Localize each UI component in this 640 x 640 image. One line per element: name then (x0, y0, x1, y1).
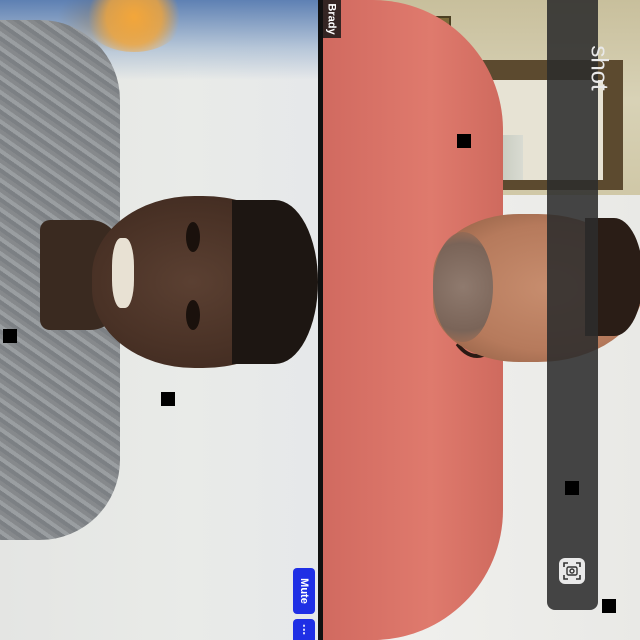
screenshot-panel: shot (547, 0, 613, 610)
marker-square (602, 599, 616, 613)
participant-name: Brady (326, 3, 338, 35)
more-icon: ⋮ (298, 624, 310, 636)
participant-name-tag: Brady (323, 0, 341, 38)
participant-beard (433, 232, 493, 342)
screenshot-capture-button[interactable] (559, 558, 585, 584)
participant-smile (112, 238, 134, 308)
more-options-button[interactable]: ⋮ (293, 619, 315, 640)
marker-square (457, 134, 471, 148)
panel-title-text: shot (585, 45, 613, 91)
marker-square (3, 329, 17, 343)
mute-label: Mute (298, 578, 311, 604)
marker-square (565, 481, 579, 495)
panel-title: shot (547, 0, 613, 90)
marker-square (161, 392, 175, 406)
participant-eye (186, 300, 200, 330)
video-tile-left[interactable]: Mute ⋮ (0, 0, 318, 640)
camera-shutter-icon (563, 562, 581, 580)
participant-eye (186, 222, 200, 252)
mute-button[interactable]: Mute (293, 568, 315, 614)
participant-hair (232, 200, 318, 364)
